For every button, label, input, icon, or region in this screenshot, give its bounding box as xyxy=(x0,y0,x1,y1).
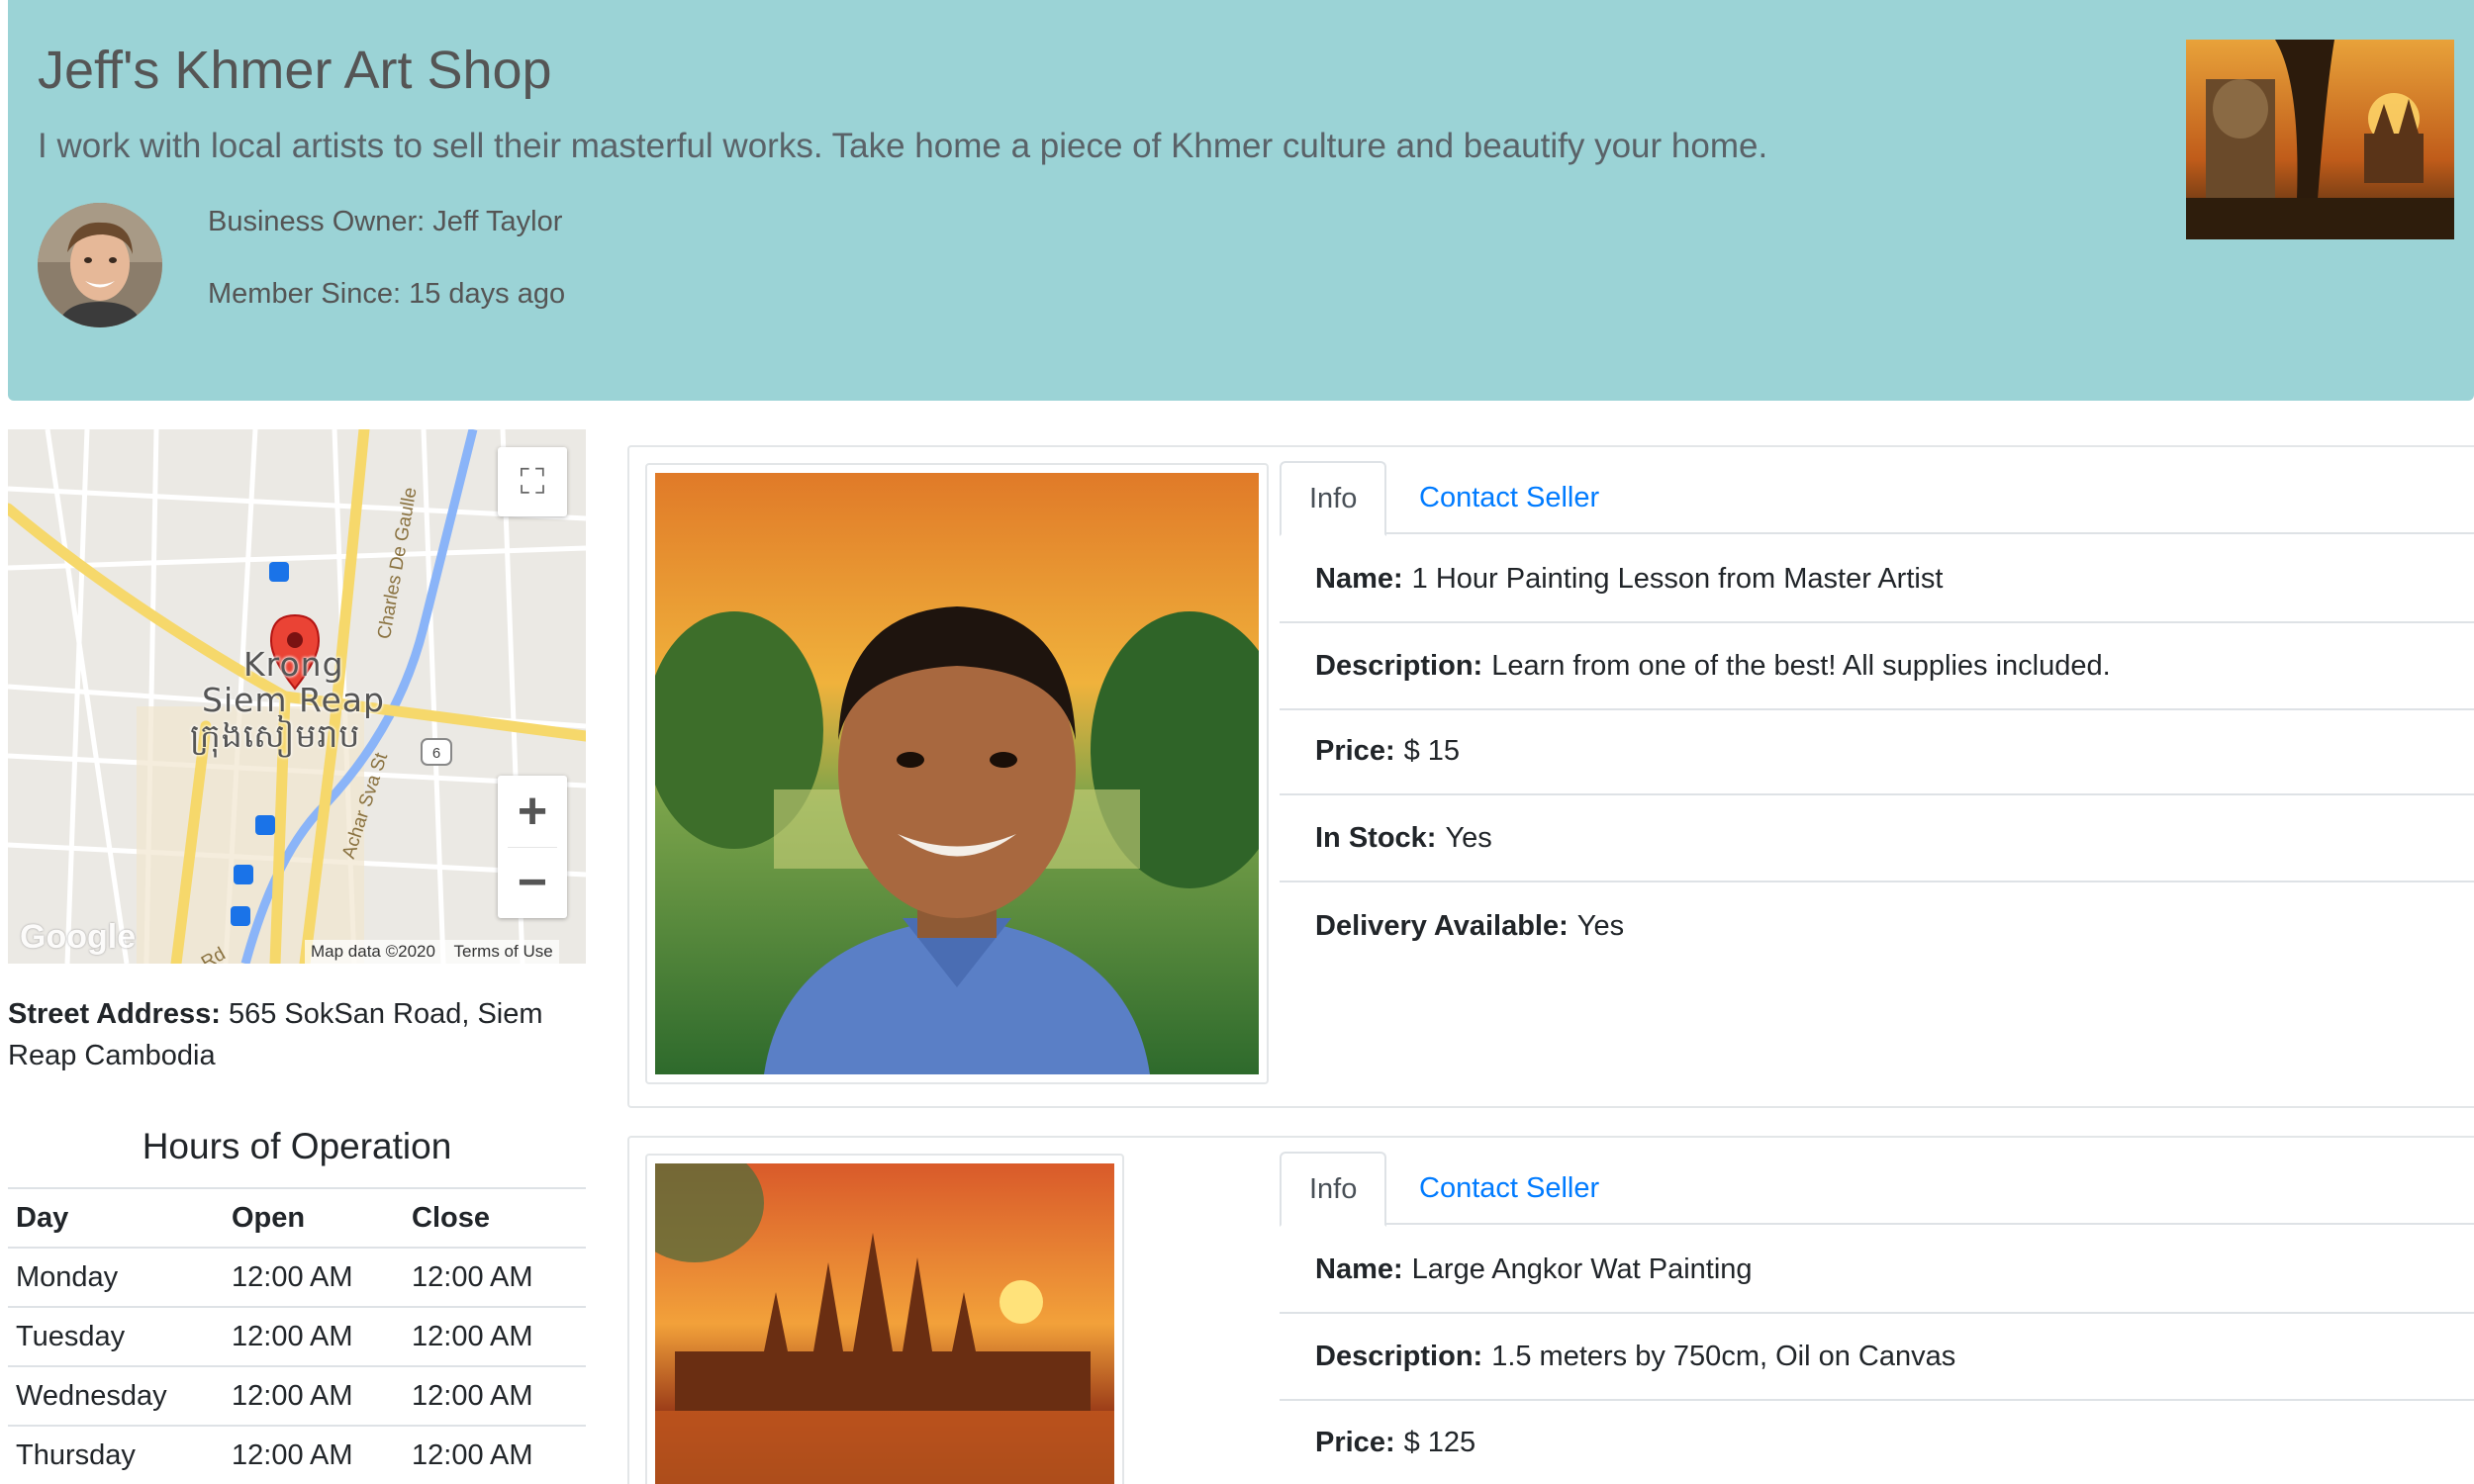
member-since-value: 15 days ago xyxy=(409,278,566,310)
close-cell: 12:00 AM xyxy=(404,1306,586,1366)
owner-avatar xyxy=(38,203,162,327)
column-header: Open xyxy=(224,1187,404,1249)
close-cell: 12:00 AM xyxy=(404,1365,586,1426)
day-cell: Monday xyxy=(8,1247,224,1307)
product-name-row: Name: Large Angkor Wat Painting xyxy=(1280,1227,2474,1314)
map-city-line2: Siem Reap xyxy=(202,681,385,719)
map-city-line1: Krong xyxy=(243,645,344,684)
day-cell: Tuesday xyxy=(8,1306,224,1366)
street-address: Street Address: 565 SokSan Road, Siem Re… xyxy=(8,993,586,1076)
shop-tagline: I work with local artists to sell their … xyxy=(38,127,1768,165)
product-price: $ 125 xyxy=(1403,1426,1476,1458)
day-cell: Thursday xyxy=(8,1425,224,1484)
product-name: 1 Hour Painting Lesson from Master Artis… xyxy=(1411,562,1944,595)
name-label: Name: xyxy=(1315,562,1403,595)
product-image[interactable] xyxy=(645,463,1269,1084)
table-row: Wednesday 12:00 AM 12:00 AM xyxy=(8,1365,586,1426)
zoom-in-button[interactable]: + xyxy=(498,776,567,847)
product-price-row: Price: $ 15 xyxy=(1280,708,2474,795)
tab-info[interactable]: Info xyxy=(1280,1152,1387,1227)
member-since: Member Since: 15 days ago xyxy=(208,278,565,311)
route-shield: 6 xyxy=(432,745,440,762)
fullscreen-button[interactable]: ⛶ xyxy=(498,447,567,516)
product-delivery: Yes xyxy=(1576,909,1625,942)
shop-banner-image xyxy=(2186,40,2454,239)
hours-table: Day Open Close Monday 12:00 AM 12:00 AM … xyxy=(8,1187,586,1484)
product-stock: Yes xyxy=(1445,821,1492,854)
shop-header: Jeff's Khmer Art Shop I work with local … xyxy=(8,0,2474,401)
description-label: Description: xyxy=(1315,649,1483,682)
map-attribution: Map data ©2020 Terms of Use xyxy=(305,940,559,964)
zoom-out-button[interactable]: − xyxy=(498,848,567,919)
product-stock-row: In Stock: Yes xyxy=(1280,795,2474,882)
map-city-line3: ក្រុងសៀមរាប xyxy=(190,716,361,755)
owner-label: Business Owner: xyxy=(208,206,426,237)
member-label: Member Since: xyxy=(208,278,402,310)
product-description-row: Description: 1.5 meters by 750cm, Oil on… xyxy=(1280,1314,2474,1401)
map-data-text: Map data ©2020 xyxy=(311,942,435,961)
table-row: Tuesday 12:00 AM 12:00 AM xyxy=(8,1306,586,1366)
location-map[interactable]: 6 Charles De Gaulle Achar Sva St Rd Kron… xyxy=(8,429,586,964)
description-label: Description: xyxy=(1315,1340,1483,1372)
product-card: Info Contact Seller Name: Large Angkor W… xyxy=(627,1136,2474,1484)
delivery-label: Delivery Available: xyxy=(1315,909,1569,942)
tab-contact-seller[interactable]: Contact Seller xyxy=(1391,1152,1627,1225)
product-description-row: Description: Learn from one of the best!… xyxy=(1280,623,2474,710)
zoom-control[interactable]: + − xyxy=(498,776,567,918)
address-label: Street Address: xyxy=(8,998,221,1030)
product-name-row: Name: 1 Hour Painting Lesson from Master… xyxy=(1280,536,2474,623)
hours-title: Hours of Operation xyxy=(142,1126,452,1166)
tab-info[interactable]: Info xyxy=(1280,461,1387,536)
product-card: Info Contact Seller Name: 1 Hour Paintin… xyxy=(627,445,2474,1108)
product-price: $ 15 xyxy=(1403,734,1461,767)
shop-title: Jeff's Khmer Art Shop xyxy=(38,41,552,100)
product-tabs: Info Contact Seller xyxy=(1280,1152,2474,1227)
price-label: Price: xyxy=(1315,1426,1395,1458)
price-label: Price: xyxy=(1315,734,1395,767)
product-delivery-row: Delivery Available: Yes xyxy=(1280,882,2474,970)
owner-name: Jeff Taylor xyxy=(432,206,563,237)
column-header: Close xyxy=(404,1187,586,1249)
open-cell: 12:00 AM xyxy=(224,1306,404,1366)
stock-label: In Stock: xyxy=(1315,821,1437,854)
close-cell: 12:00 AM xyxy=(404,1425,586,1484)
product-price-row: Price: $ 125 xyxy=(1280,1399,2474,1484)
table-row: Thursday 12:00 AM 12:00 AM xyxy=(8,1425,586,1484)
product-name: Large Angkor Wat Painting xyxy=(1411,1252,1753,1285)
google-logo[interactable]: Google xyxy=(20,918,136,957)
terms-link[interactable]: Terms of Use xyxy=(454,942,553,961)
fullscreen-icon: ⛶ xyxy=(520,460,545,502)
open-cell: 12:00 AM xyxy=(224,1425,404,1484)
name-label: Name: xyxy=(1315,1252,1403,1285)
product-description: Learn from one of the best! All supplies… xyxy=(1491,649,2111,682)
column-header: Day xyxy=(8,1187,224,1249)
product-image[interactable] xyxy=(645,1154,1124,1484)
product-tabs: Info Contact Seller xyxy=(1280,461,2474,536)
product-description: 1.5 meters by 750cm, Oil on Canvas xyxy=(1491,1340,1956,1372)
open-cell: 12:00 AM xyxy=(224,1247,404,1307)
day-cell: Wednesday xyxy=(8,1365,224,1426)
hours-header-row: Day Open Close xyxy=(8,1187,586,1249)
tab-contact-seller[interactable]: Contact Seller xyxy=(1391,461,1627,534)
open-cell: 12:00 AM xyxy=(224,1365,404,1426)
close-cell: 12:00 AM xyxy=(404,1247,586,1307)
table-row: Monday 12:00 AM 12:00 AM xyxy=(8,1247,586,1307)
business-owner: Business Owner: Jeff Taylor xyxy=(208,206,562,238)
